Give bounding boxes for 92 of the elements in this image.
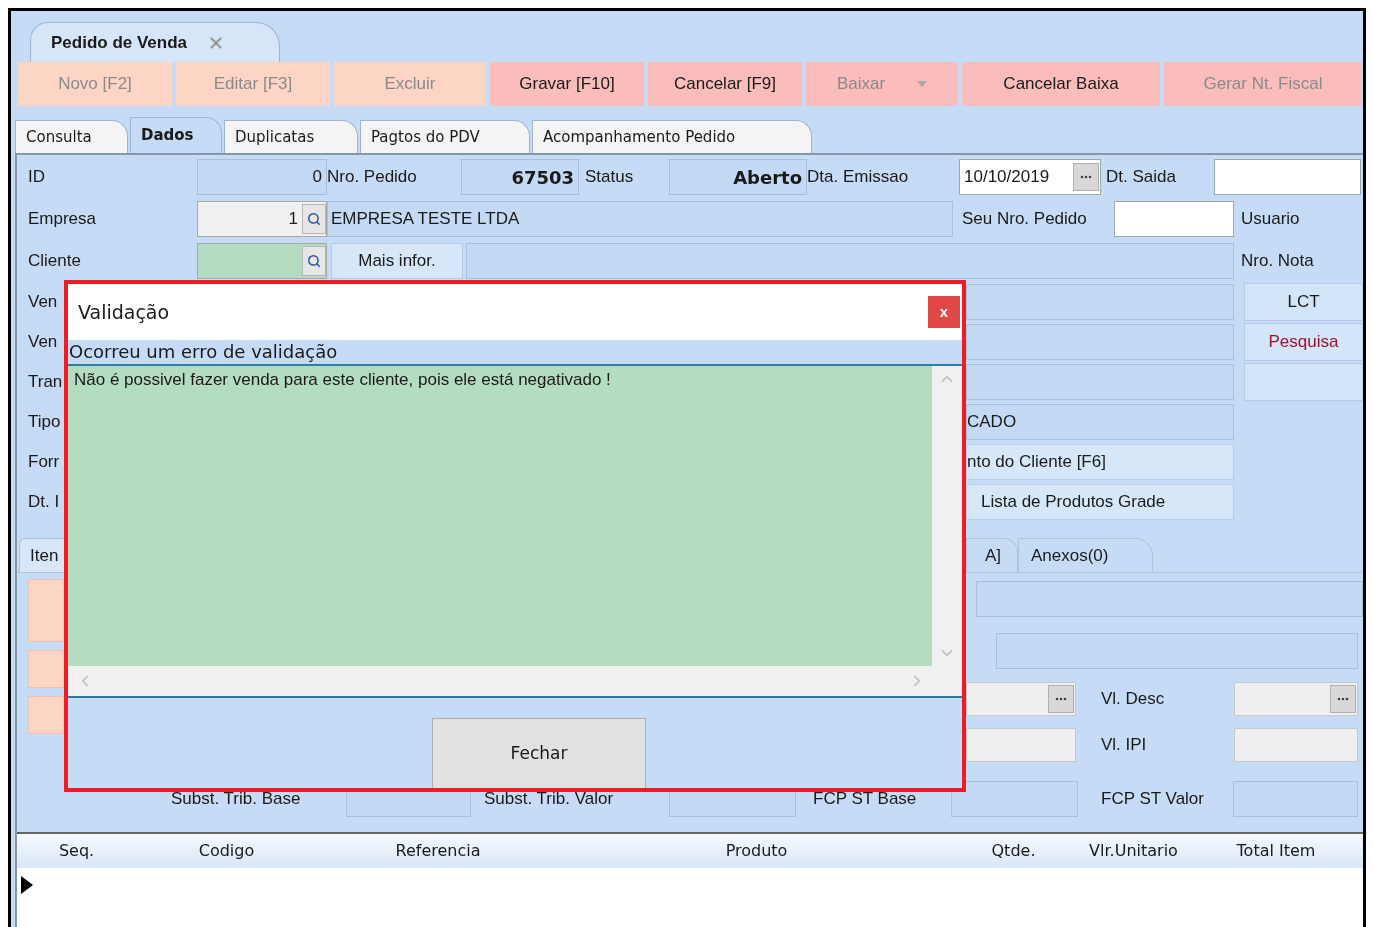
field-label: Nro. Nota	[1240, 250, 1314, 273]
discount-field[interactable]	[1234, 682, 1358, 716]
form-button[interactable]: Lista de Produtos Grade	[966, 484, 1234, 520]
value-field[interactable]	[966, 682, 1076, 716]
action-tile[interactable]	[28, 650, 65, 688]
field-label: FCP ST Valor	[1100, 788, 1205, 811]
search-button[interactable]	[302, 246, 326, 276]
dialog-title: Validação	[78, 299, 170, 325]
row-indicator-icon	[21, 876, 33, 894]
item-field[interactable]	[976, 581, 1363, 617]
ellipsis-button[interactable]	[1048, 685, 1074, 713]
client-field[interactable]	[197, 243, 327, 279]
status-field[interactable]: Aberto	[669, 159, 807, 195]
field-label: Status	[584, 166, 635, 189]
column-header[interactable]: Referencia	[319, 834, 557, 868]
dialog-header: Ocorreu um erro de validação	[69, 340, 338, 364]
value-field[interactable]	[966, 728, 1076, 762]
customer-order-field[interactable]	[1114, 201, 1234, 237]
horizontal-scrollbar[interactable]	[68, 666, 962, 698]
close-dialog-button[interactable]: Fechar	[432, 718, 646, 788]
document-tab-title: Pedido de Venda	[51, 31, 188, 54]
column-header[interactable]: Seq.	[19, 834, 134, 868]
search-button[interactable]	[302, 204, 326, 234]
form-field[interactable]	[966, 324, 1234, 360]
tab[interactable]: Pagtos do PDV	[360, 120, 530, 153]
field-label: Cliente	[28, 250, 82, 273]
message-box[interactable]: Não é possivel fazer venda para este cliente, pois ele está negativado !	[68, 366, 932, 666]
field-label: Ven	[28, 291, 59, 314]
order-number-field[interactable]: 67503	[461, 159, 579, 195]
side-button[interactable]: LCT	[1244, 283, 1363, 321]
tab[interactable]: Anexos(0)	[1018, 538, 1153, 572]
form-field[interactable]	[966, 364, 1234, 400]
column-header[interactable]: Produto	[557, 834, 956, 868]
field-label: Dt. Saida	[1105, 166, 1177, 189]
toolbar-button[interactable]: Cancelar [F9]	[648, 62, 802, 106]
tab[interactable]: Consulta	[15, 120, 128, 153]
document-tab[interactable]: Pedido de Venda	[30, 22, 280, 62]
item-field[interactable]	[996, 633, 1358, 669]
field-label: Tipo	[28, 411, 62, 434]
field-label: Tran	[28, 371, 64, 394]
tax-field[interactable]	[1233, 781, 1358, 817]
field-label: ID	[28, 166, 46, 189]
ellipsis-icon	[1337, 697, 1349, 701]
ellipsis-icon	[1080, 175, 1092, 179]
tab[interactable]: Acompanhamento Pedido	[532, 120, 812, 153]
action-tile[interactable]	[28, 696, 65, 734]
field-label: Vl. IPI	[1100, 734, 1148, 757]
form-field[interactable]	[966, 284, 1234, 320]
message-text: Não é possivel fazer venda para este cliente, pois ele está negativado !	[74, 370, 611, 389]
tax-field[interactable]	[951, 781, 1078, 817]
tab[interactable]: Duplicatas	[224, 120, 358, 153]
more-info-button[interactable]: Mais infor.	[331, 243, 463, 279]
field-label: Dta. Emissao	[807, 166, 910, 189]
exit-date-field[interactable]	[1214, 159, 1361, 195]
search-icon	[307, 254, 321, 268]
tab[interactable]: Iten	[19, 538, 65, 572]
tab[interactable]: Dados	[130, 117, 222, 153]
ellipsis-button[interactable]	[1330, 685, 1356, 713]
side-button[interactable]	[1244, 363, 1363, 401]
field-label: Nro. Pedido	[327, 166, 418, 189]
company-name-field: EMPRESA TESTE LTDA	[327, 201, 953, 237]
field-label: FCP ST Base	[812, 788, 918, 811]
action-tile[interactable]	[28, 579, 65, 642]
close-button[interactable]: x	[928, 296, 960, 328]
field-label: Empresa	[28, 208, 98, 231]
field-label: Forr	[28, 451, 61, 474]
column-header[interactable]: Qtde.	[956, 834, 1071, 868]
caret-icon	[917, 81, 928, 87]
side-button[interactable]: Pesquisa	[1244, 323, 1363, 361]
date-field[interactable]: 10/10/2019	[959, 159, 1101, 195]
field-label: Subst. Trib. Base	[170, 788, 302, 811]
field-label: Subst. Trib. Valor	[483, 788, 615, 811]
field-label: Ven	[28, 331, 59, 354]
ellipsis-icon	[1055, 697, 1067, 701]
form-field[interactable]: CADO	[966, 404, 1234, 440]
column-header[interactable]: Codigo	[134, 834, 319, 868]
vertical-scrollbar[interactable]	[932, 366, 962, 666]
field-label: Vl. Desc	[1100, 688, 1166, 711]
ipi-field[interactable]	[1234, 728, 1358, 762]
toolbar-button[interactable]: Cancelar Baixa	[962, 62, 1160, 106]
field-label: Usuario	[1240, 208, 1300, 231]
column-header[interactable]: Vlr.Unitario	[1071, 834, 1196, 868]
tab[interactable]: A]	[966, 538, 1018, 572]
ellipsis-button[interactable]	[1073, 163, 1099, 191]
column-header[interactable]: Total Item	[1196, 834, 1356, 868]
field-label: Seu Nro. Pedido	[961, 208, 1088, 231]
company-code-field[interactable]: 1	[197, 201, 327, 237]
id-field[interactable]: 0	[197, 159, 327, 195]
search-icon	[307, 212, 321, 226]
toolbar-button[interactable]: Gravar [F10]	[490, 62, 644, 106]
form-button[interactable]: nto do Cliente [F6]	[966, 444, 1234, 480]
field-label: Dt. I	[28, 491, 61, 514]
